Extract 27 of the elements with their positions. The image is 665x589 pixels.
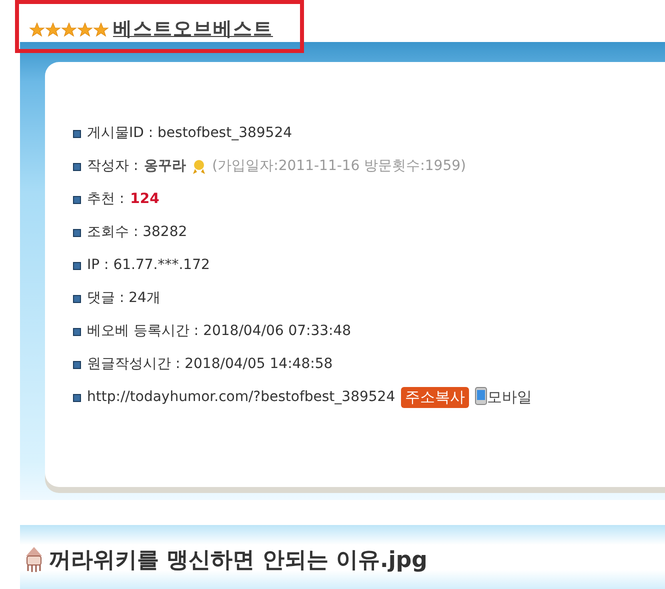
bullet-icon — [73, 328, 81, 336]
author-name[interactable]: 옹꾸라 — [144, 156, 186, 177]
recommend-count: 124 — [130, 190, 160, 209]
copy-address-button[interactable]: 주소복사 — [401, 386, 470, 408]
post-url: http://todayhumor.com/?bestofbest_389524 — [87, 388, 396, 407]
bullet-icon — [73, 196, 81, 204]
phone-icon — [475, 387, 488, 406]
info-label: 추천 : — [87, 190, 124, 209]
bullet-icon — [73, 294, 81, 302]
mobile-link[interactable]: 모바일 — [475, 386, 532, 409]
info-text: 조회수 : 38282 — [87, 223, 188, 242]
bullet-icon — [73, 228, 81, 236]
bullet-icon — [73, 360, 81, 368]
bullet-icon — [73, 394, 81, 402]
info-text: 베오베 등록시간 : 2018/04/06 07:33:48 — [87, 322, 352, 341]
post-title: 꺼라위키를 맹신하면 안되는 이유.jpg — [49, 546, 428, 574]
bullet-icon — [73, 262, 81, 270]
author-info: (가입일자:2011-11-16 방문횟수:1959) — [212, 157, 466, 176]
ribbon-icon — [192, 158, 206, 174]
bullet-icon — [73, 130, 81, 138]
info-label: 작성자 : — [87, 157, 138, 176]
info-text: 원글작성시간 : 2018/04/05 14:48:58 — [87, 355, 333, 374]
info-text: 게시물ID : bestofbest_389524 — [87, 124, 292, 143]
info-text: 댓글 : 24개 — [87, 289, 160, 308]
stars-icon — [29, 22, 109, 38]
info-text: IP : 61.77.***.172 — [87, 256, 210, 275]
bullet-icon — [73, 162, 81, 170]
